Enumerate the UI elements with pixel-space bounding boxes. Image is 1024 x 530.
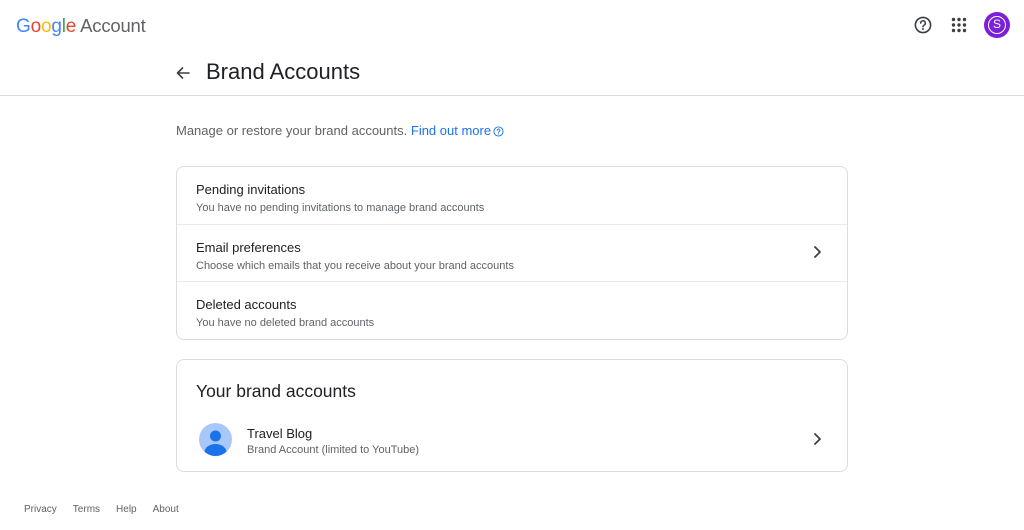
footer-link-help[interactable]: Help <box>116 504 137 515</box>
row-subtitle: You have no deleted brand accounts <box>196 317 375 330</box>
row-title: Pending invitations <box>196 182 306 197</box>
top-bar: Google Account S <box>0 0 1024 52</box>
row-subtitle: Choose which emails that you receive abo… <box>196 259 514 272</box>
pending-invitations-row: Pending invitations You have no pending … <box>177 167 847 225</box>
account-wordmark: Account <box>80 15 146 36</box>
help-icon[interactable] <box>910 12 936 38</box>
chevron-right-icon <box>811 245 823 259</box>
deleted-accounts-row: Deleted accounts You have no deleted bra… <box>177 282 847 340</box>
footer-links: Privacy Terms Help About <box>24 504 179 515</box>
footer-link-terms[interactable]: Terms <box>73 504 100 515</box>
brand-account-item[interactable]: Travel Blog Brand Account (limited to Yo… <box>177 418 847 468</box>
apps-grid-icon[interactable] <box>946 12 972 38</box>
row-title: Email preferences <box>196 239 301 255</box>
top-icons: S <box>910 12 1010 38</box>
brand-account-type: Brand Account (limited to YouTube) <box>247 444 420 456</box>
footer-link-about[interactable]: About <box>153 504 179 515</box>
find-out-more-link[interactable]: Find out more <box>411 123 504 138</box>
google-account-logo[interactable]: Google Account <box>16 14 146 39</box>
avatar-letter: S <box>988 16 1006 34</box>
email-preferences-row[interactable]: Email preferences Choose which emails th… <box>177 225 847 283</box>
title-bar: Brand Accounts <box>0 52 1024 96</box>
brand-avatar-icon <box>199 423 232 456</box>
your-brand-accounts-card: Your brand accounts Travel Blog Brand Ac… <box>176 359 848 472</box>
brand-account-name: Travel Blog <box>247 426 313 441</box>
intro-text: Manage or restore your brand accounts. F… <box>176 123 504 140</box>
footer-link-privacy[interactable]: Privacy <box>24 504 57 515</box>
page-title: Brand Accounts <box>206 59 361 84</box>
row-subtitle: You have no pending invitations to manag… <box>196 202 485 214</box>
intro-description: Manage or restore your brand accounts. <box>176 123 408 138</box>
brand-accounts-heading: Your brand accounts <box>196 381 356 401</box>
brand-settings-card: Pending invitations You have no pending … <box>176 166 848 340</box>
google-wordmark: Google <box>16 16 77 37</box>
find-out-more-label: Find out more <box>410 123 492 138</box>
chevron-right-icon <box>811 432 823 446</box>
user-avatar[interactable]: S <box>984 12 1010 38</box>
row-title: Deleted accounts <box>196 297 297 313</box>
back-arrow-icon[interactable] <box>172 62 194 84</box>
help-circle-small-icon <box>493 125 504 140</box>
